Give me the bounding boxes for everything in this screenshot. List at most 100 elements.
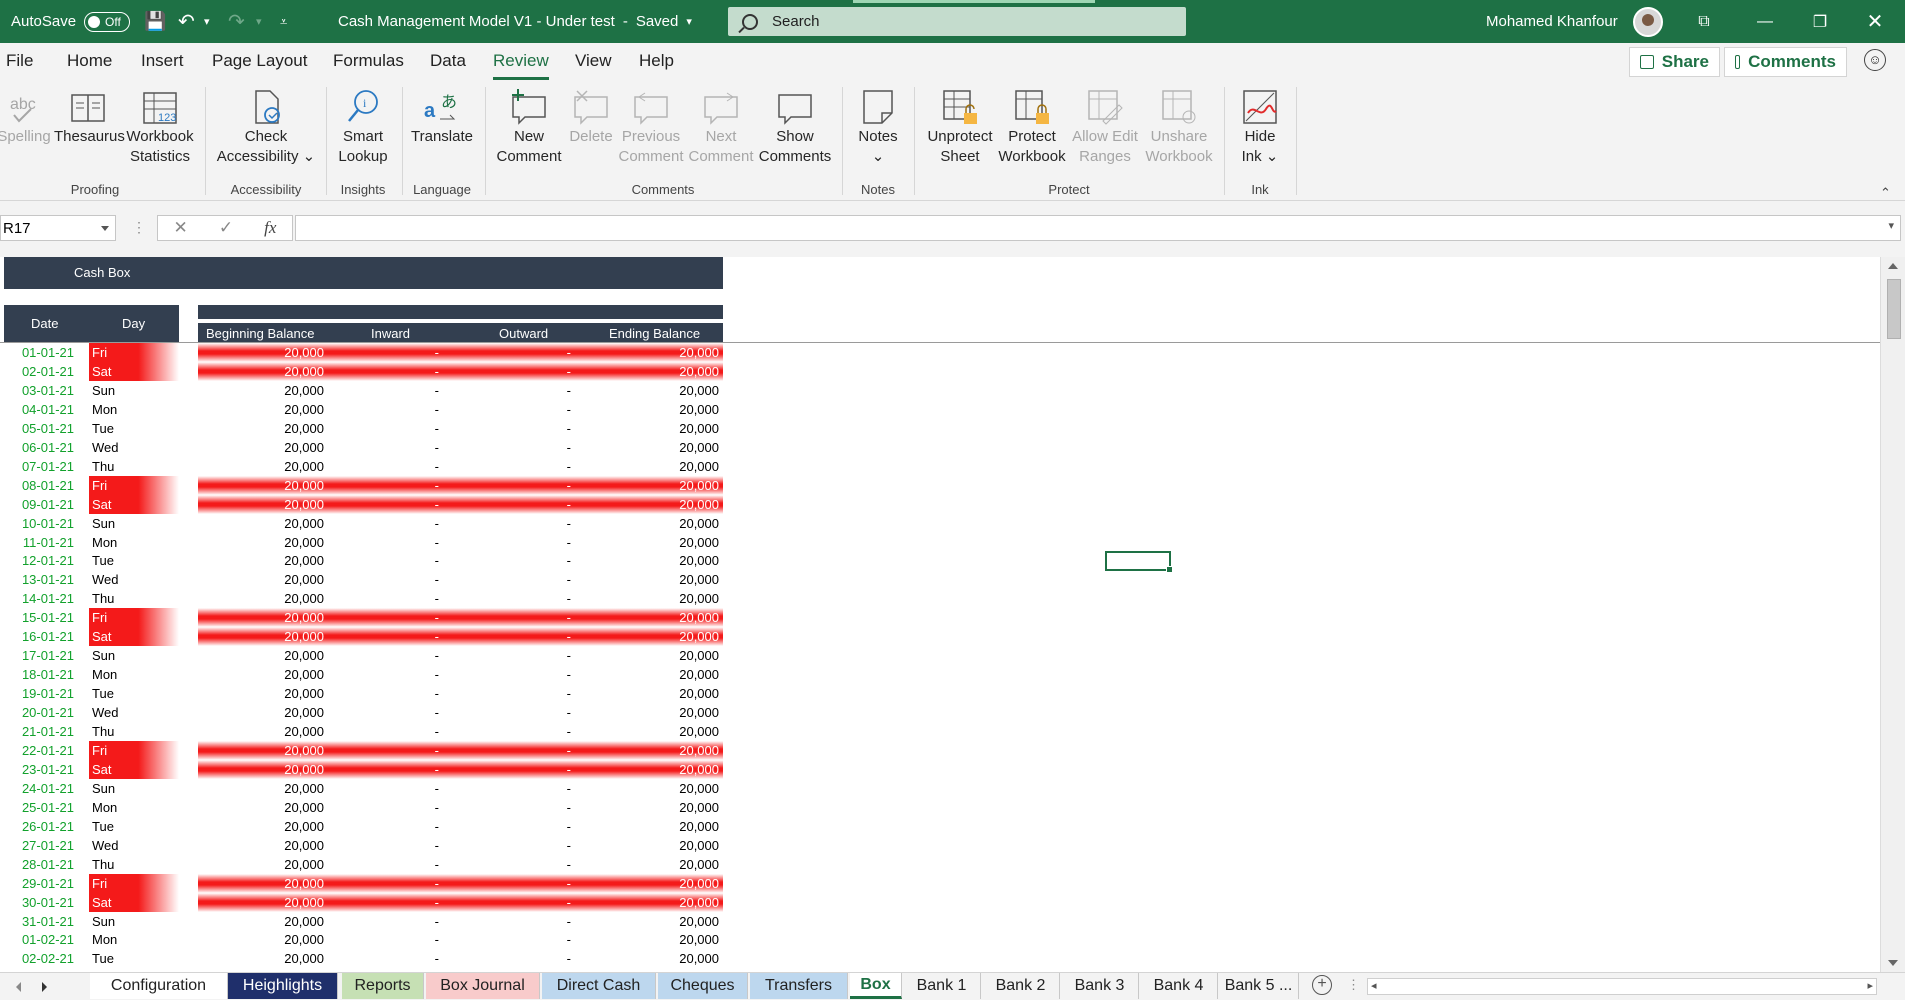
cell-beginning-balance[interactable]: 20,000: [198, 762, 324, 777]
cell-inward[interactable]: -: [333, 686, 439, 701]
allow-edit-ranges-button[interactable]: Allow Edit Ranges: [1068, 87, 1142, 167]
cell-ending-balance[interactable]: 20,000: [598, 440, 719, 455]
next-comment-button[interactable]: Next Comment: [686, 87, 756, 167]
scroll-up-icon[interactable]: [1888, 263, 1898, 269]
sheet-tab[interactable]: Bank 2: [982, 973, 1060, 999]
cell-ending-balance[interactable]: 20,000: [598, 478, 719, 493]
cell-beginning-balance[interactable]: 20,000: [198, 364, 324, 379]
cell-inward[interactable]: -: [333, 497, 439, 512]
cell-outward[interactable]: -: [463, 440, 571, 455]
cell-day[interactable]: Sun: [89, 514, 179, 533]
ribbon-display-options-icon[interactable]: ⧉: [1681, 0, 1727, 43]
cell-beginning-balance[interactable]: 20,000: [198, 648, 324, 663]
sheet-tab[interactable]: Transfers: [750, 973, 848, 999]
cell-inward[interactable]: -: [333, 724, 439, 739]
cell-inward[interactable]: -: [333, 345, 439, 360]
worksheet-grid[interactable]: Cash Box Date Day Beginning Balance Inwa…: [0, 257, 1880, 972]
cell-ending-balance[interactable]: 20,000: [598, 686, 719, 701]
cell-date[interactable]: 18-01-21: [0, 667, 74, 682]
cell-beginning-balance[interactable]: 20,000: [198, 440, 324, 455]
table-row[interactable]: 19-01-21 Tue 20,000- -20,000: [0, 684, 730, 703]
sheet-tab[interactable]: Bank 3: [1061, 973, 1139, 999]
cell-outward[interactable]: -: [463, 838, 571, 853]
cell-date[interactable]: 16-01-21: [0, 629, 74, 644]
cell-ending-balance[interactable]: 20,000: [598, 743, 719, 758]
cell-ending-balance[interactable]: 20,000: [598, 535, 719, 550]
cell-date[interactable]: 02-01-21: [0, 364, 74, 379]
delete-comment-button[interactable]: Delete: [562, 87, 620, 147]
cell-date[interactable]: 02-02-21: [0, 951, 74, 966]
cell-date[interactable]: 05-01-21: [0, 421, 74, 436]
table-row[interactable]: 20-01-21 Wed 20,000- -20,000: [0, 703, 730, 722]
cell-day[interactable]: Wed: [89, 703, 179, 722]
cell-day[interactable]: Thu: [89, 457, 179, 476]
tab-file[interactable]: File: [6, 51, 33, 71]
table-row[interactable]: 07-01-21 Thu 20,000- -20,000: [0, 457, 730, 476]
new-comment-button[interactable]: New Comment: [492, 87, 566, 167]
unshare-workbook-button[interactable]: Unshare Workbook: [1142, 87, 1216, 167]
cell-date[interactable]: 24-01-21: [0, 781, 74, 796]
cell-date[interactable]: 17-01-21: [0, 648, 74, 663]
cell-day[interactable]: Sat: [89, 361, 179, 381]
table-row[interactable]: 02-02-21 Tue 20,000- -20,000: [0, 949, 730, 968]
cell-inward[interactable]: -: [333, 705, 439, 720]
cell-day[interactable]: Tue: [89, 817, 179, 836]
sheet-tab[interactable]: Bank 4: [1140, 973, 1218, 999]
cell-outward[interactable]: -: [463, 421, 571, 436]
table-row[interactable]: 04-01-21 Mon 20,000- -20,000: [0, 400, 730, 419]
cell-ending-balance[interactable]: 20,000: [598, 591, 719, 606]
share-button[interactable]: Share: [1629, 47, 1720, 77]
table-row[interactable]: 09-01-21 Sat 20,000- -20,000: [0, 494, 730, 514]
cell-day[interactable]: Thu: [89, 589, 179, 608]
cell-outward[interactable]: -: [463, 800, 571, 815]
cell-inward[interactable]: -: [333, 895, 439, 910]
next-sheet-icon[interactable]: [42, 982, 47, 992]
scroll-right-icon[interactable]: ▸: [1867, 979, 1873, 992]
cell-ending-balance[interactable]: 20,000: [598, 516, 719, 531]
cell-beginning-balance[interactable]: 20,000: [198, 819, 324, 834]
cell-inward[interactable]: -: [333, 951, 439, 966]
cell-beginning-balance[interactable]: 20,000: [198, 914, 324, 929]
cell-date[interactable]: 30-01-21: [0, 895, 74, 910]
translate-button[interactable]: aあ Translate: [407, 87, 477, 147]
cell-outward[interactable]: -: [463, 478, 571, 493]
user-name[interactable]: Mohamed Khanfour: [1486, 0, 1618, 43]
table-row[interactable]: 28-01-21 Thu 20,000- -20,000: [0, 855, 730, 874]
customize-toolbar-icon[interactable]: ⩡: [280, 0, 287, 43]
cell-ending-balance[interactable]: 20,000: [598, 572, 719, 587]
cell-day[interactable]: Sun: [89, 381, 179, 400]
cell-day[interactable]: Mon: [89, 798, 179, 817]
cell-ending-balance[interactable]: 20,000: [598, 383, 719, 398]
cell-inward[interactable]: -: [333, 516, 439, 531]
cell-outward[interactable]: -: [463, 857, 571, 872]
cell-inward[interactable]: -: [333, 667, 439, 682]
table-row[interactable]: 01-01-21 Fri 20,000- -20,000: [0, 343, 730, 362]
cell-inward[interactable]: -: [333, 459, 439, 474]
cell-ending-balance[interactable]: 20,000: [598, 762, 719, 777]
cell-day[interactable]: Sat: [89, 627, 179, 647]
cell-day[interactable]: Tue: [89, 949, 179, 968]
feedback-smiley-icon[interactable]: ☺: [1864, 49, 1886, 71]
table-row[interactable]: 31-01-21 Sun 20,000- -20,000: [0, 912, 730, 931]
cell-inward[interactable]: -: [333, 762, 439, 777]
cell-day[interactable]: Tue: [89, 684, 179, 703]
cell-date[interactable]: 23-01-21: [0, 762, 74, 777]
cell-day[interactable]: Wed: [89, 836, 179, 855]
spelling-button[interactable]: abc Spelling: [0, 87, 54, 147]
cell-date[interactable]: 01-01-21: [0, 345, 74, 360]
name-box[interactable]: R17: [0, 215, 116, 241]
confirm-entry-icon[interactable]: ✓: [219, 218, 233, 238]
cell-outward[interactable]: -: [463, 951, 571, 966]
formula-input[interactable]: ▾: [295, 215, 1901, 241]
sheet-tab[interactable]: Reports: [342, 973, 424, 999]
cell-outward[interactable]: -: [463, 686, 571, 701]
cell-beginning-balance[interactable]: 20,000: [198, 932, 324, 947]
cell-day[interactable]: Wed: [89, 438, 179, 457]
cell-day[interactable]: Fri: [89, 343, 179, 362]
cell-ending-balance[interactable]: 20,000: [598, 819, 719, 834]
cell-outward[interactable]: -: [463, 781, 571, 796]
cell-date[interactable]: 15-01-21: [0, 610, 74, 625]
cell-inward[interactable]: -: [333, 572, 439, 587]
undo-dropdown-icon[interactable]: ▾: [204, 0, 210, 43]
cell-outward[interactable]: -: [463, 364, 571, 379]
